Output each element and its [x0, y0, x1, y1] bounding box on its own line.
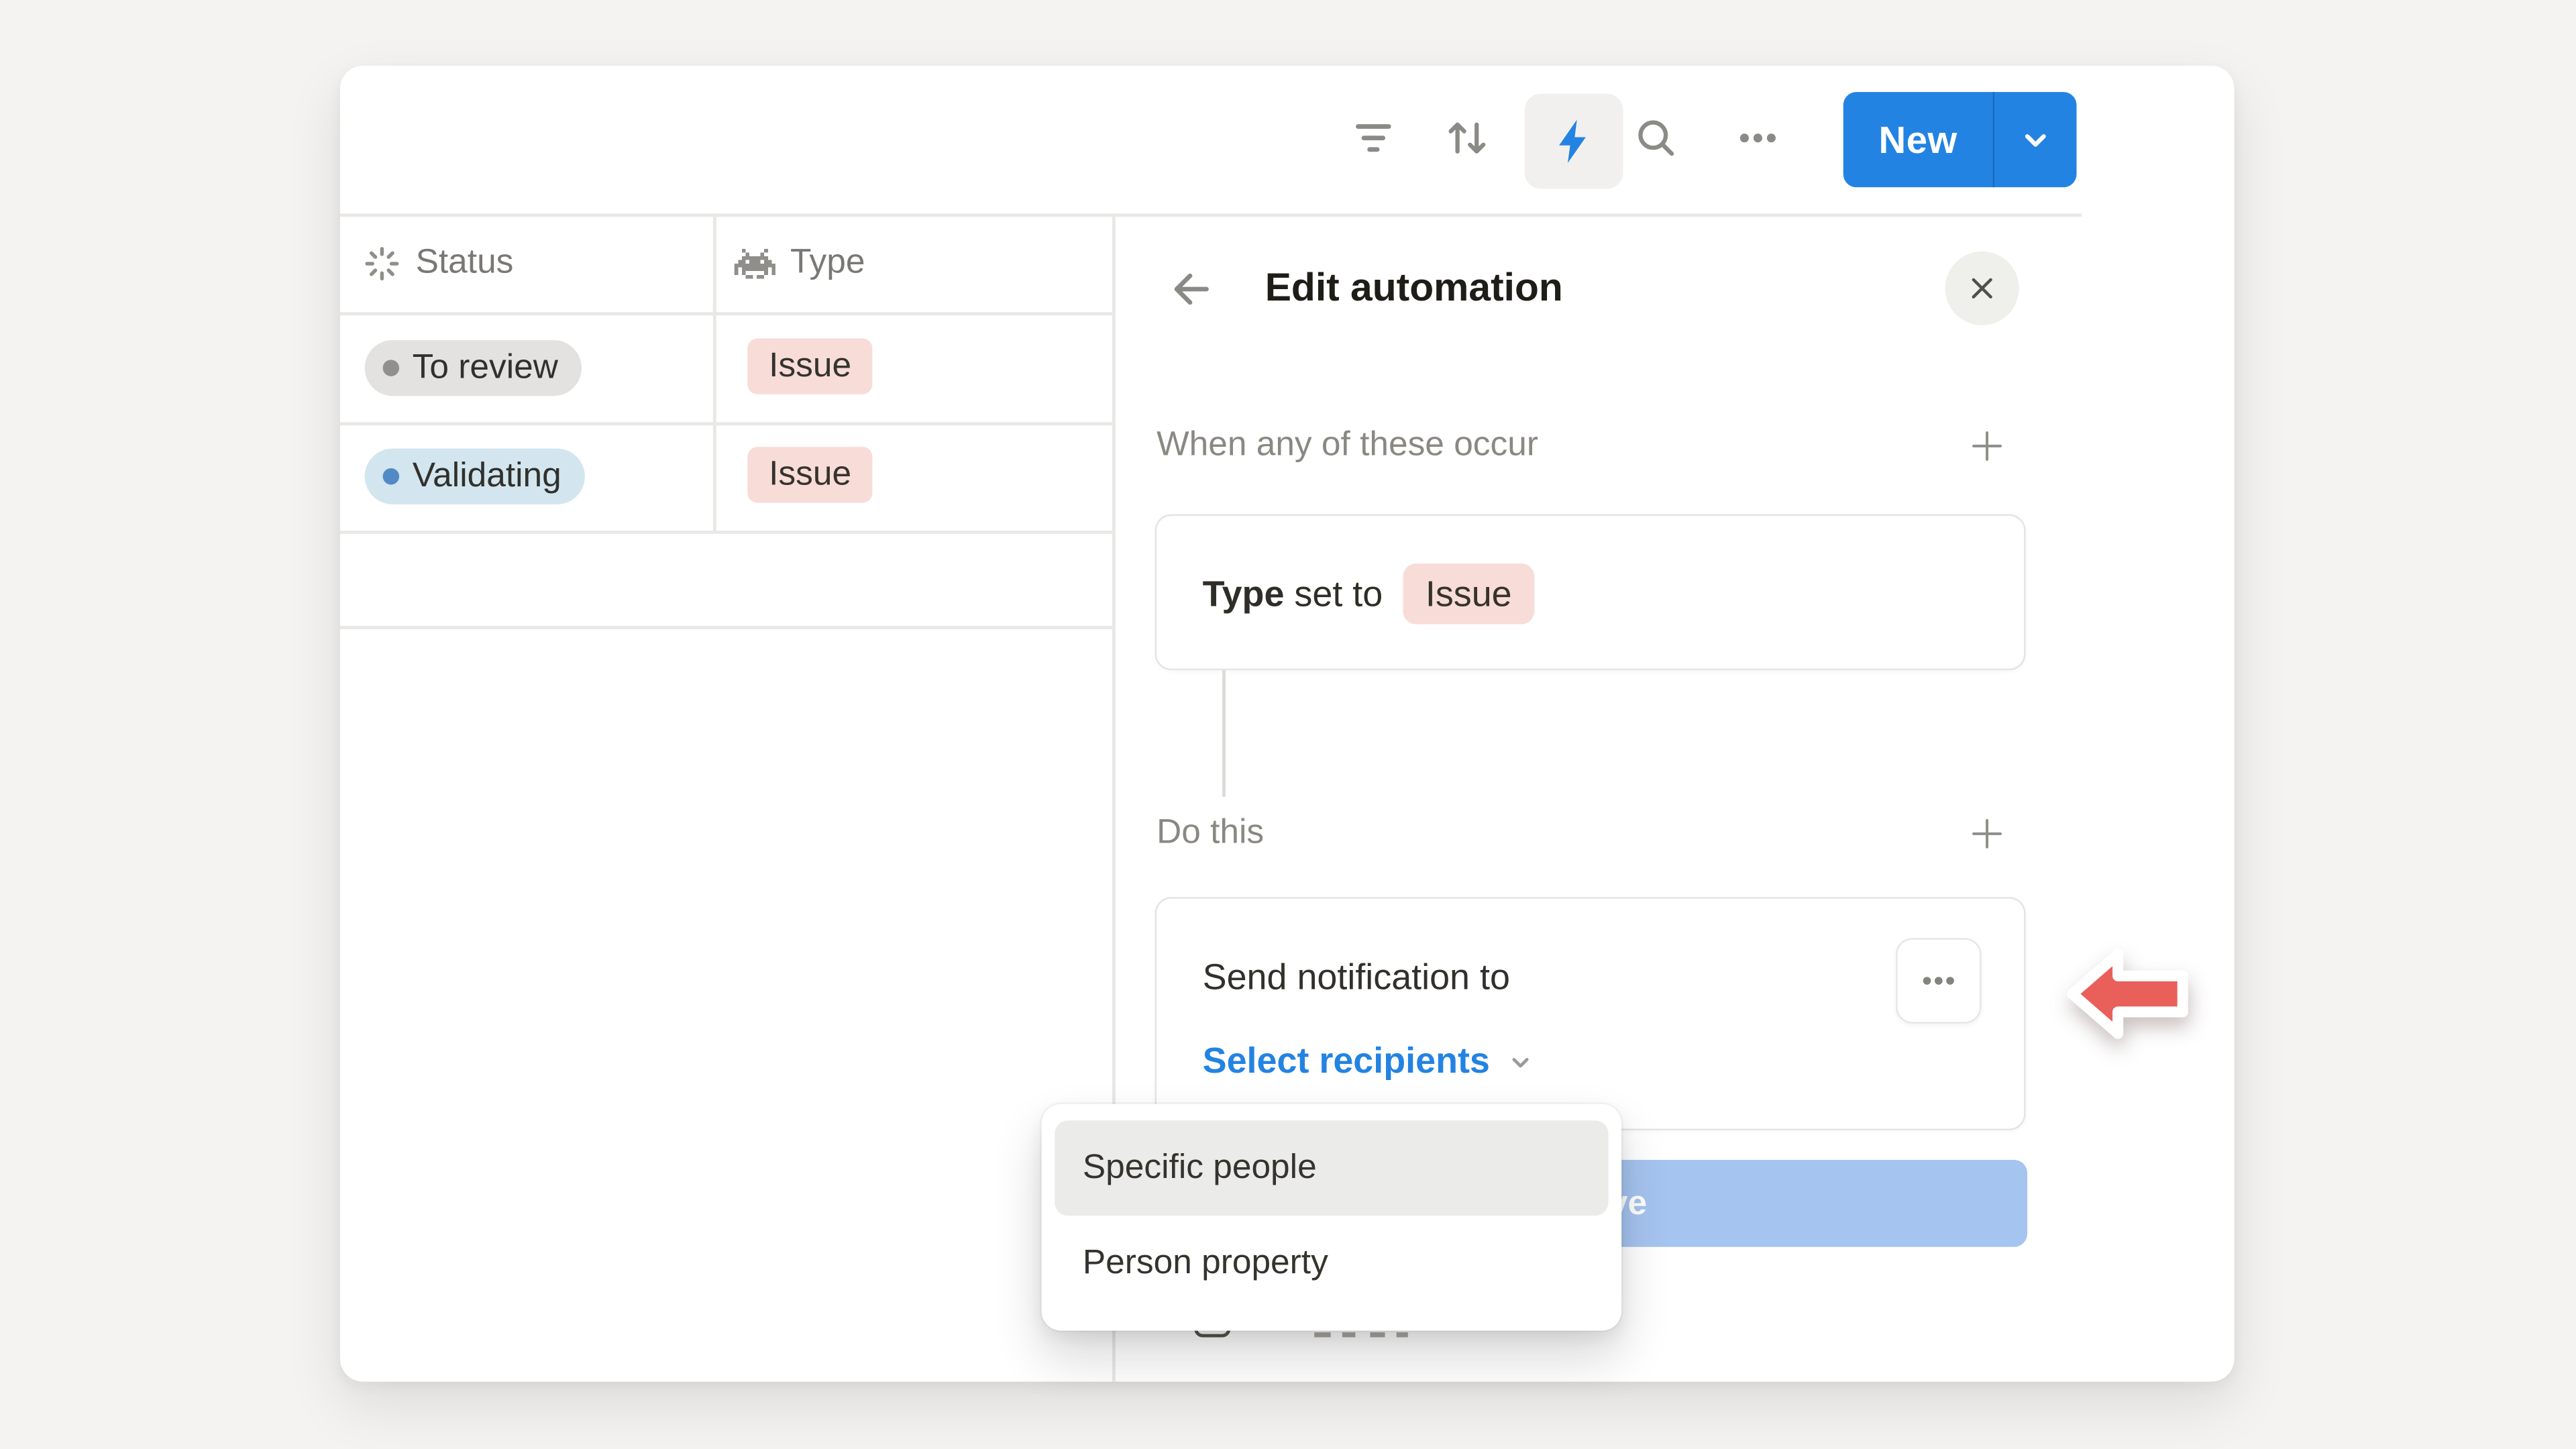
clipped-text-fragment [1397, 1332, 1408, 1336]
toolbar-divider [340, 213, 2082, 216]
panel-title: Edit automation [1265, 266, 1563, 313]
bug-invader-icon [735, 248, 775, 279]
status-tag-label: Validating [413, 457, 561, 496]
new-button-label[interactable]: New [1843, 92, 1993, 187]
recipients-dropdown-menu: Specific people Person property [1042, 1104, 1621, 1331]
action-text: Send notification to [1203, 956, 1510, 999]
plus-icon [1968, 427, 2006, 465]
table-line [340, 626, 1112, 629]
trigger-card[interactable]: Type set to Issue [1155, 515, 2026, 671]
column-header-label: Type [790, 243, 865, 282]
status-dot [383, 468, 399, 484]
search-icon[interactable] [1633, 115, 1679, 161]
chevron-down-icon [1505, 1046, 1536, 1077]
back-arrow-icon [1167, 264, 1216, 313]
type-tag-issue[interactable]: Issue [747, 447, 873, 502]
sort-icon[interactable] [1444, 115, 1491, 161]
column-header-label: Status [416, 243, 514, 282]
menu-item-label: Specific people [1083, 1148, 1317, 1188]
type-tag-issue[interactable]: Issue [747, 338, 873, 394]
red-arrow-pointer [2065, 943, 2190, 1045]
close-icon [1965, 271, 1999, 305]
add-trigger-button[interactable] [1968, 427, 2006, 465]
status-dot [383, 360, 399, 376]
trigger-section-label: When any of these occur [1157, 425, 1538, 465]
add-action-button[interactable] [1968, 815, 2006, 853]
trigger-property: Type [1203, 572, 1285, 615]
trigger-value-tag: Issue [1403, 564, 1535, 625]
filter-icon[interactable] [1350, 115, 1397, 161]
back-button[interactable] [1167, 264, 1216, 313]
select-recipients-button[interactable]: Select recipients [1203, 1040, 1536, 1083]
action-more-options-button[interactable] [1896, 938, 1981, 1023]
select-recipients-label: Select recipients [1203, 1040, 1490, 1083]
status-tag-to-review[interactable]: To review [365, 340, 582, 396]
flow-connector-line [1222, 670, 1225, 797]
trigger-connector-text: set to [1294, 572, 1383, 615]
menu-item-specific-people[interactable]: Specific people [1055, 1120, 1608, 1216]
column-header-status[interactable]: Status [363, 213, 513, 312]
menu-item-person-property[interactable]: Person property [1055, 1216, 1608, 1311]
type-tag-label: Issue [769, 455, 851, 494]
table-line [340, 312, 1112, 315]
trigger-connector [1284, 572, 1294, 615]
new-button[interactable]: New [1843, 92, 2077, 187]
status-tag-label: To review [413, 348, 558, 388]
automation-bolt-button[interactable] [1525, 94, 1623, 189]
action-section-label: Do this [1157, 813, 1264, 853]
plus-icon [1968, 815, 2006, 853]
more-options-icon[interactable] [1735, 115, 1781, 161]
clipped-text-fragment [1314, 1332, 1330, 1336]
table-column-divider [713, 213, 716, 531]
new-dropdown-chevron-icon[interactable] [1994, 92, 2076, 187]
ellipsis-icon [1917, 959, 1960, 1002]
column-header-type[interactable]: Type [735, 213, 865, 312]
clipped-text-fragment [1370, 1332, 1385, 1336]
notion-window: New Status [340, 66, 2235, 1382]
desktop-background: New Status [0, 0, 2576, 1449]
type-tag-label: Issue [769, 347, 851, 386]
status-spinner-icon [363, 244, 400, 282]
table-line [340, 531, 1112, 533]
menu-item-label: Person property [1083, 1244, 1328, 1283]
status-tag-validating[interactable]: Validating [365, 449, 584, 504]
clipped-text-fragment [1342, 1332, 1356, 1336]
action-card[interactable]: Send notification to Select recipients [1155, 897, 2026, 1130]
close-button[interactable] [1945, 252, 2019, 325]
automation-bolt-icon [1549, 117, 1598, 166]
table-line [340, 422, 1112, 425]
